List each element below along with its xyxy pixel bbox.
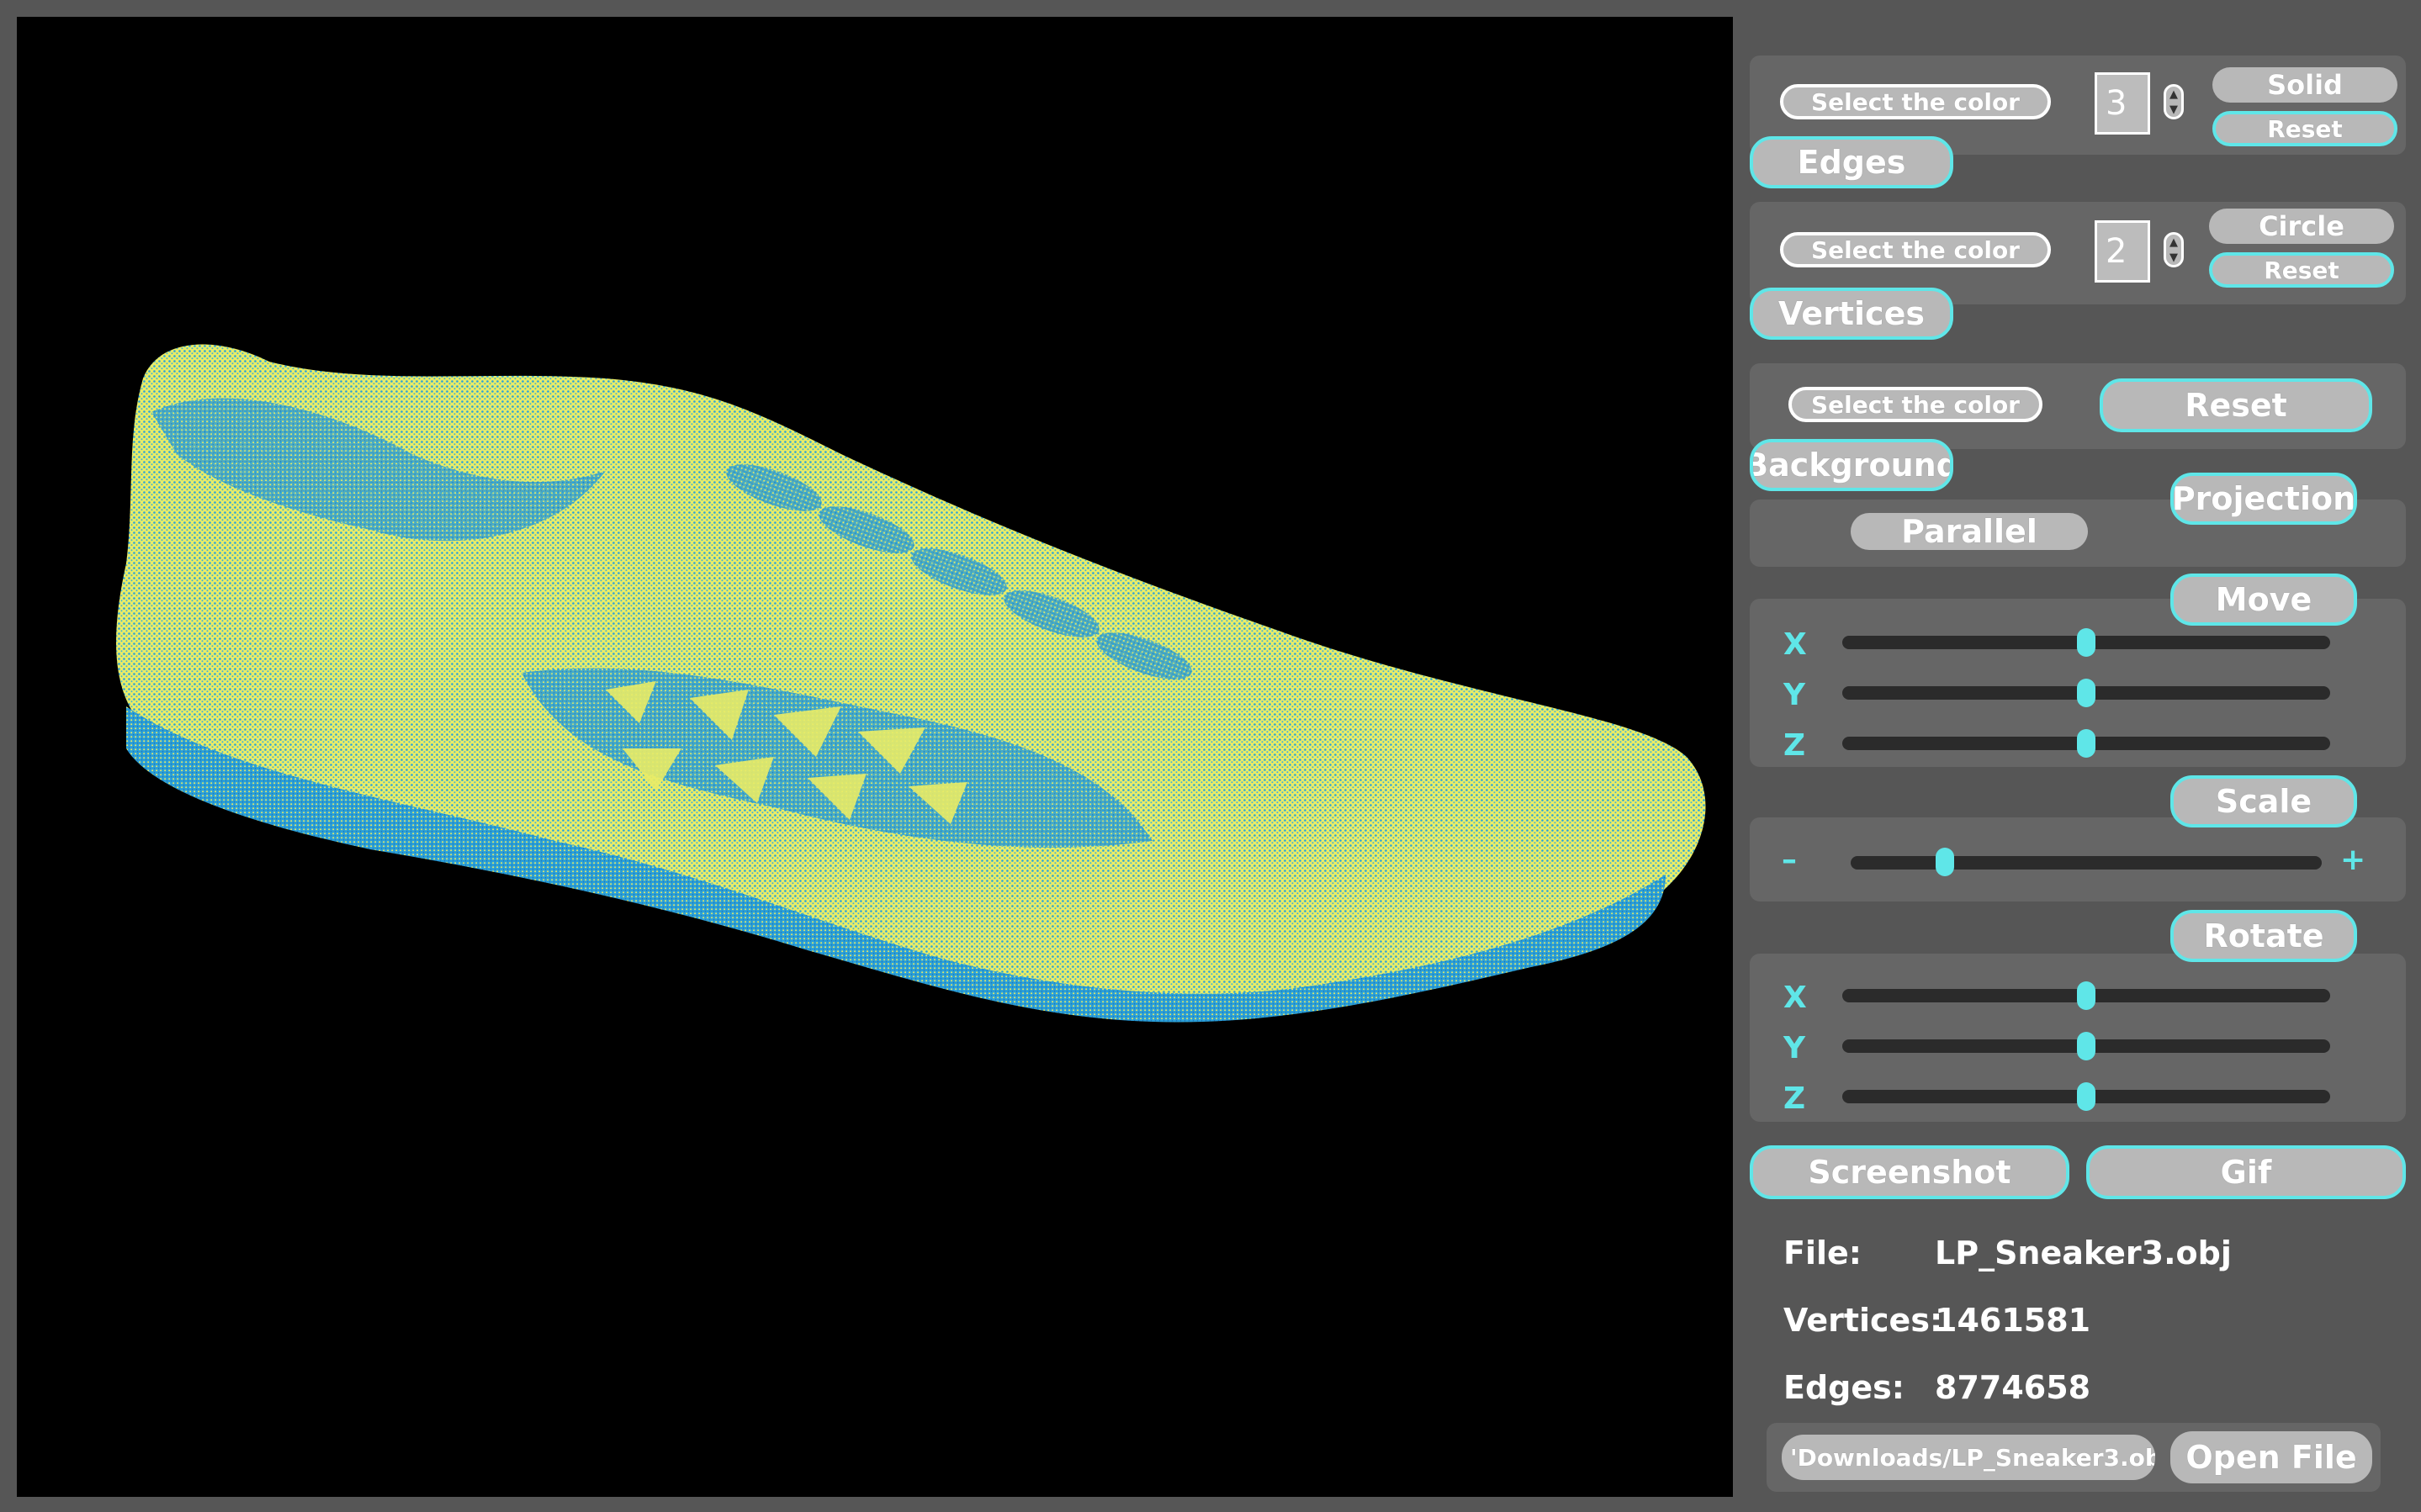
edges-thickness-spinner[interactable]: ▲ ▼ [2164, 84, 2184, 119]
edges-thickness-field[interactable]: 3 [2095, 72, 2150, 135]
edges-mode-select[interactable]: Solid [2212, 67, 2397, 103]
background-reset-button[interactable]: Reset [2100, 378, 2372, 432]
scale-section-button[interactable]: Scale [2170, 775, 2357, 827]
move-y-slider-thumb[interactable] [2077, 679, 2095, 707]
projection-mode-select[interactable]: Parallel [1851, 513, 2088, 550]
scale-plus-label: + [2340, 843, 2366, 877]
edges-count-value: 8774658 [1935, 1369, 2091, 1406]
move-x-slider-thumb[interactable] [2077, 628, 2095, 657]
rotate-z-label: Z [1783, 1081, 1806, 1116]
rotate-x-slider-thumb[interactable] [2077, 981, 2095, 1010]
rotate-section-button[interactable]: Rotate [2170, 910, 2357, 962]
move-z-label: Z [1783, 728, 1806, 763]
move-section-button[interactable]: Move [2170, 574, 2357, 626]
vertices-section-button[interactable]: Vertices [1750, 288, 1953, 340]
scale-slider-thumb[interactable] [1936, 848, 1954, 876]
edges-count-label: Edges: [1783, 1369, 1904, 1406]
scale-slider-track[interactable] [1851, 856, 2322, 870]
spinner-up-icon[interactable]: ▲ [2169, 237, 2178, 248]
move-x-label: X [1783, 627, 1807, 662]
spinner-up-icon[interactable]: ▲ [2169, 89, 2178, 100]
vertices-color-button[interactable]: Select the color [1780, 232, 2051, 267]
sneaker-model-render [116, 344, 1706, 1023]
vertices-count-value: 1461581 [1935, 1302, 2091, 1339]
vertices-reset-button[interactable]: Reset [2209, 252, 2394, 288]
vertices-thickness-spinner[interactable]: ▲ ▼ [2164, 232, 2184, 267]
rotate-x-label: X [1783, 981, 1807, 1015]
move-z-slider-thumb[interactable] [2077, 729, 2095, 758]
projection-section-button[interactable]: Projection [2170, 473, 2357, 525]
file-path-field[interactable]: 'Downloads/LP_Sneaker3.obj [1782, 1435, 2155, 1480]
spinner-down-icon[interactable]: ▼ [2169, 104, 2178, 115]
screenshot-button[interactable]: Screenshot [1750, 1145, 2069, 1199]
spinner-down-icon[interactable]: ▼ [2169, 252, 2178, 263]
background-section-button[interactable]: Background [1750, 439, 1953, 491]
vertices-mode-select[interactable]: Circle [2209, 209, 2394, 244]
vertices-count-label: Vertices: [1783, 1302, 1943, 1339]
move-y-label: Y [1783, 678, 1806, 712]
scale-minus-label: – [1782, 843, 1797, 877]
edges-section-button[interactable]: Edges [1750, 136, 1953, 188]
rotate-y-label: Y [1783, 1031, 1806, 1065]
open-file-button[interactable]: Open File [2170, 1431, 2372, 1483]
file-label: File: [1783, 1234, 1862, 1271]
edges-reset-button[interactable]: Reset [2212, 111, 2397, 146]
rotate-y-slider-thumb[interactable] [2077, 1032, 2095, 1060]
vertices-thickness-field[interactable]: 2 [2095, 220, 2150, 283]
rotate-z-slider-thumb[interactable] [2077, 1082, 2095, 1111]
edges-color-button[interactable]: Select the color [1780, 84, 2051, 119]
model-viewport[interactable] [17, 17, 1733, 1497]
file-name-value: LP_Sneaker3.obj [1935, 1234, 2232, 1271]
background-color-button[interactable]: Select the color [1788, 387, 2042, 422]
gif-button[interactable]: Gif [2086, 1145, 2406, 1199]
